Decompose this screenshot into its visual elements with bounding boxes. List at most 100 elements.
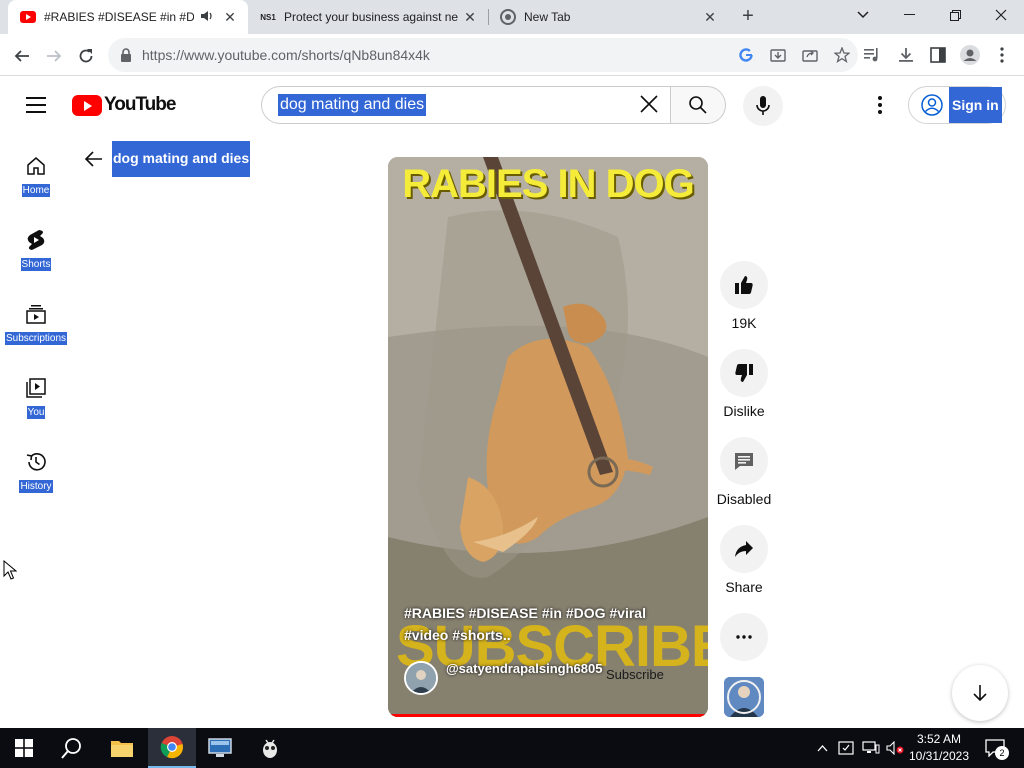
tab-title: Protect your business against ne [284, 10, 459, 24]
more-options-icon[interactable] [720, 613, 768, 661]
chrome-menu-icon[interactable] [990, 43, 1014, 67]
history-icon [24, 450, 48, 474]
restore-button[interactable] [932, 0, 978, 30]
close-tab-icon[interactable]: ✕ [702, 9, 718, 26]
clock-time: 3:52 AM [916, 732, 962, 746]
subscribe-button[interactable]: Subscribe [606, 667, 664, 682]
more-actions[interactable] [716, 613, 772, 661]
minimize-button[interactable] [886, 0, 932, 30]
video-description[interactable]: #RABIES #DISEASE #in #DOG #viral #video … [404, 602, 684, 646]
close-window-button[interactable] [978, 0, 1024, 30]
comments-button[interactable] [720, 437, 768, 485]
url-text[interactable]: https://www.youtube.com/shorts/qNb8un84x… [142, 47, 730, 63]
guide-label: Subscriptions [4, 332, 68, 345]
browser-toolbar: https://www.youtube.com/shorts/qNb8un84x… [0, 34, 1024, 76]
channel-avatar[interactable] [404, 661, 438, 695]
like-button[interactable] [720, 261, 768, 309]
chrome-taskbar-button[interactable] [148, 728, 196, 768]
guide-label: History [19, 480, 53, 493]
video-progress-bar[interactable] [388, 714, 708, 717]
share-label: Share [725, 579, 763, 595]
short-video-player[interactable]: RABIES IN DOG SUBSCRIBE #RABIES #DISEASE… [388, 157, 708, 717]
comments-label: Disabled [716, 491, 772, 507]
profile-icon[interactable] [958, 43, 982, 67]
sign-in-label: Sign in [949, 87, 1002, 123]
share-action[interactable]: Share [716, 525, 772, 595]
guide-item-shorts[interactable]: Shorts [0, 228, 72, 271]
tab-new-tab[interactable]: New Tab ✕ [488, 0, 728, 34]
bookmark-star-icon[interactable] [826, 43, 858, 67]
channel-name[interactable]: @satyendrapalsingh6805 [446, 659, 606, 678]
voice-search-button[interactable] [743, 86, 783, 126]
share-arrow-icon [735, 541, 753, 557]
file-explorer-button[interactable] [98, 728, 146, 768]
like-action[interactable]: 19K [716, 261, 772, 331]
guide-item-subscriptions[interactable]: Subscriptions [0, 302, 72, 345]
downloads-icon[interactable] [894, 43, 918, 67]
notifications-button[interactable]: 2 [980, 728, 1010, 768]
media-controls-icon[interactable] [860, 43, 884, 67]
install-app-icon[interactable] [762, 43, 794, 67]
settings-menu-icon[interactable] [870, 94, 890, 116]
like-count: 19K [731, 315, 757, 331]
close-tab-icon[interactable]: ✕ [222, 9, 238, 26]
guide-item-history[interactable]: History [0, 450, 72, 493]
start-button[interactable] [0, 728, 48, 768]
shorts-icon [24, 228, 48, 252]
notification-count-badge: 2 [995, 746, 1009, 760]
side-panel-icon[interactable] [926, 43, 950, 67]
you-icon [24, 376, 48, 400]
security-tray-icon[interactable] [836, 728, 856, 768]
account-icon [921, 94, 943, 116]
back-button[interactable] [8, 42, 36, 70]
guide-label: Home [21, 184, 51, 197]
tab-youtube-short[interactable]: #RABIES #DISEASE #in #DOG ✕ [8, 0, 248, 34]
search-query-text[interactable]: dog mating and dies [278, 94, 427, 116]
reload-button[interactable] [72, 42, 100, 70]
tab-protect-business[interactable]: NS1 Protect your business against ne ✕ [248, 0, 488, 34]
show-hidden-icons-button[interactable] [812, 728, 832, 768]
address-bar[interactable]: https://www.youtube.com/shorts/qNb8un84x… [108, 38, 858, 72]
tab-search-chevron-icon[interactable] [840, 0, 886, 30]
app-taskbar-button[interactable] [246, 728, 294, 768]
clock-date: 10/31/2023 [908, 749, 970, 763]
search-icon [689, 96, 707, 114]
audio-source-thumbnail[interactable] [724, 677, 764, 717]
dislike-button[interactable] [720, 349, 768, 397]
new-tab-button[interactable]: + [736, 5, 760, 29]
youtube-logo[interactable]: YouTube [72, 94, 176, 116]
volume-muted-tray-icon[interactable] [884, 728, 906, 768]
query-heading: dog mating and dies [112, 141, 251, 177]
comment-icon [735, 453, 753, 470]
search-input[interactable]: dog mating and dies [261, 86, 670, 124]
search-button[interactable] [670, 86, 726, 124]
taskbar-clock[interactable]: 3:52 AM 10/31/2023 [904, 731, 974, 765]
tab-strip: #RABIES #DISEASE #in #DOG ✕ NS1 Protect … [0, 0, 1024, 34]
guide-item-you[interactable]: You [0, 376, 72, 419]
sign-in-button[interactable]: Sign in [908, 86, 1006, 124]
share-button[interactable] [720, 525, 768, 573]
back-arrow-icon[interactable] [82, 147, 106, 171]
chrome-favicon-icon [500, 9, 516, 25]
guide-item-home[interactable]: Home [0, 154, 72, 197]
forward-button[interactable] [40, 42, 68, 70]
subscriptions-icon [24, 302, 48, 326]
arrow-down-icon [973, 685, 987, 702]
network-tray-icon[interactable] [860, 728, 882, 768]
home-icon [24, 154, 48, 178]
network-app-button[interactable] [196, 728, 244, 768]
taskbar-search-button[interactable] [48, 728, 96, 768]
youtube-logo-text: YouTube [104, 94, 176, 115]
folder-icon [111, 741, 133, 757]
guide-menu-icon[interactable] [26, 97, 46, 113]
next-short-button[interactable] [952, 665, 1008, 721]
dislike-action[interactable]: Dislike [716, 349, 772, 419]
speaker-icon[interactable] [200, 10, 216, 25]
comments-action[interactable]: Disabled [716, 437, 772, 507]
close-tab-icon[interactable]: ✕ [462, 9, 478, 26]
youtube-favicon-icon [20, 9, 36, 25]
share-page-icon[interactable] [794, 43, 826, 67]
google-translate-icon[interactable] [730, 43, 762, 67]
lock-icon[interactable] [120, 48, 132, 62]
clear-search-icon[interactable] [640, 95, 658, 116]
